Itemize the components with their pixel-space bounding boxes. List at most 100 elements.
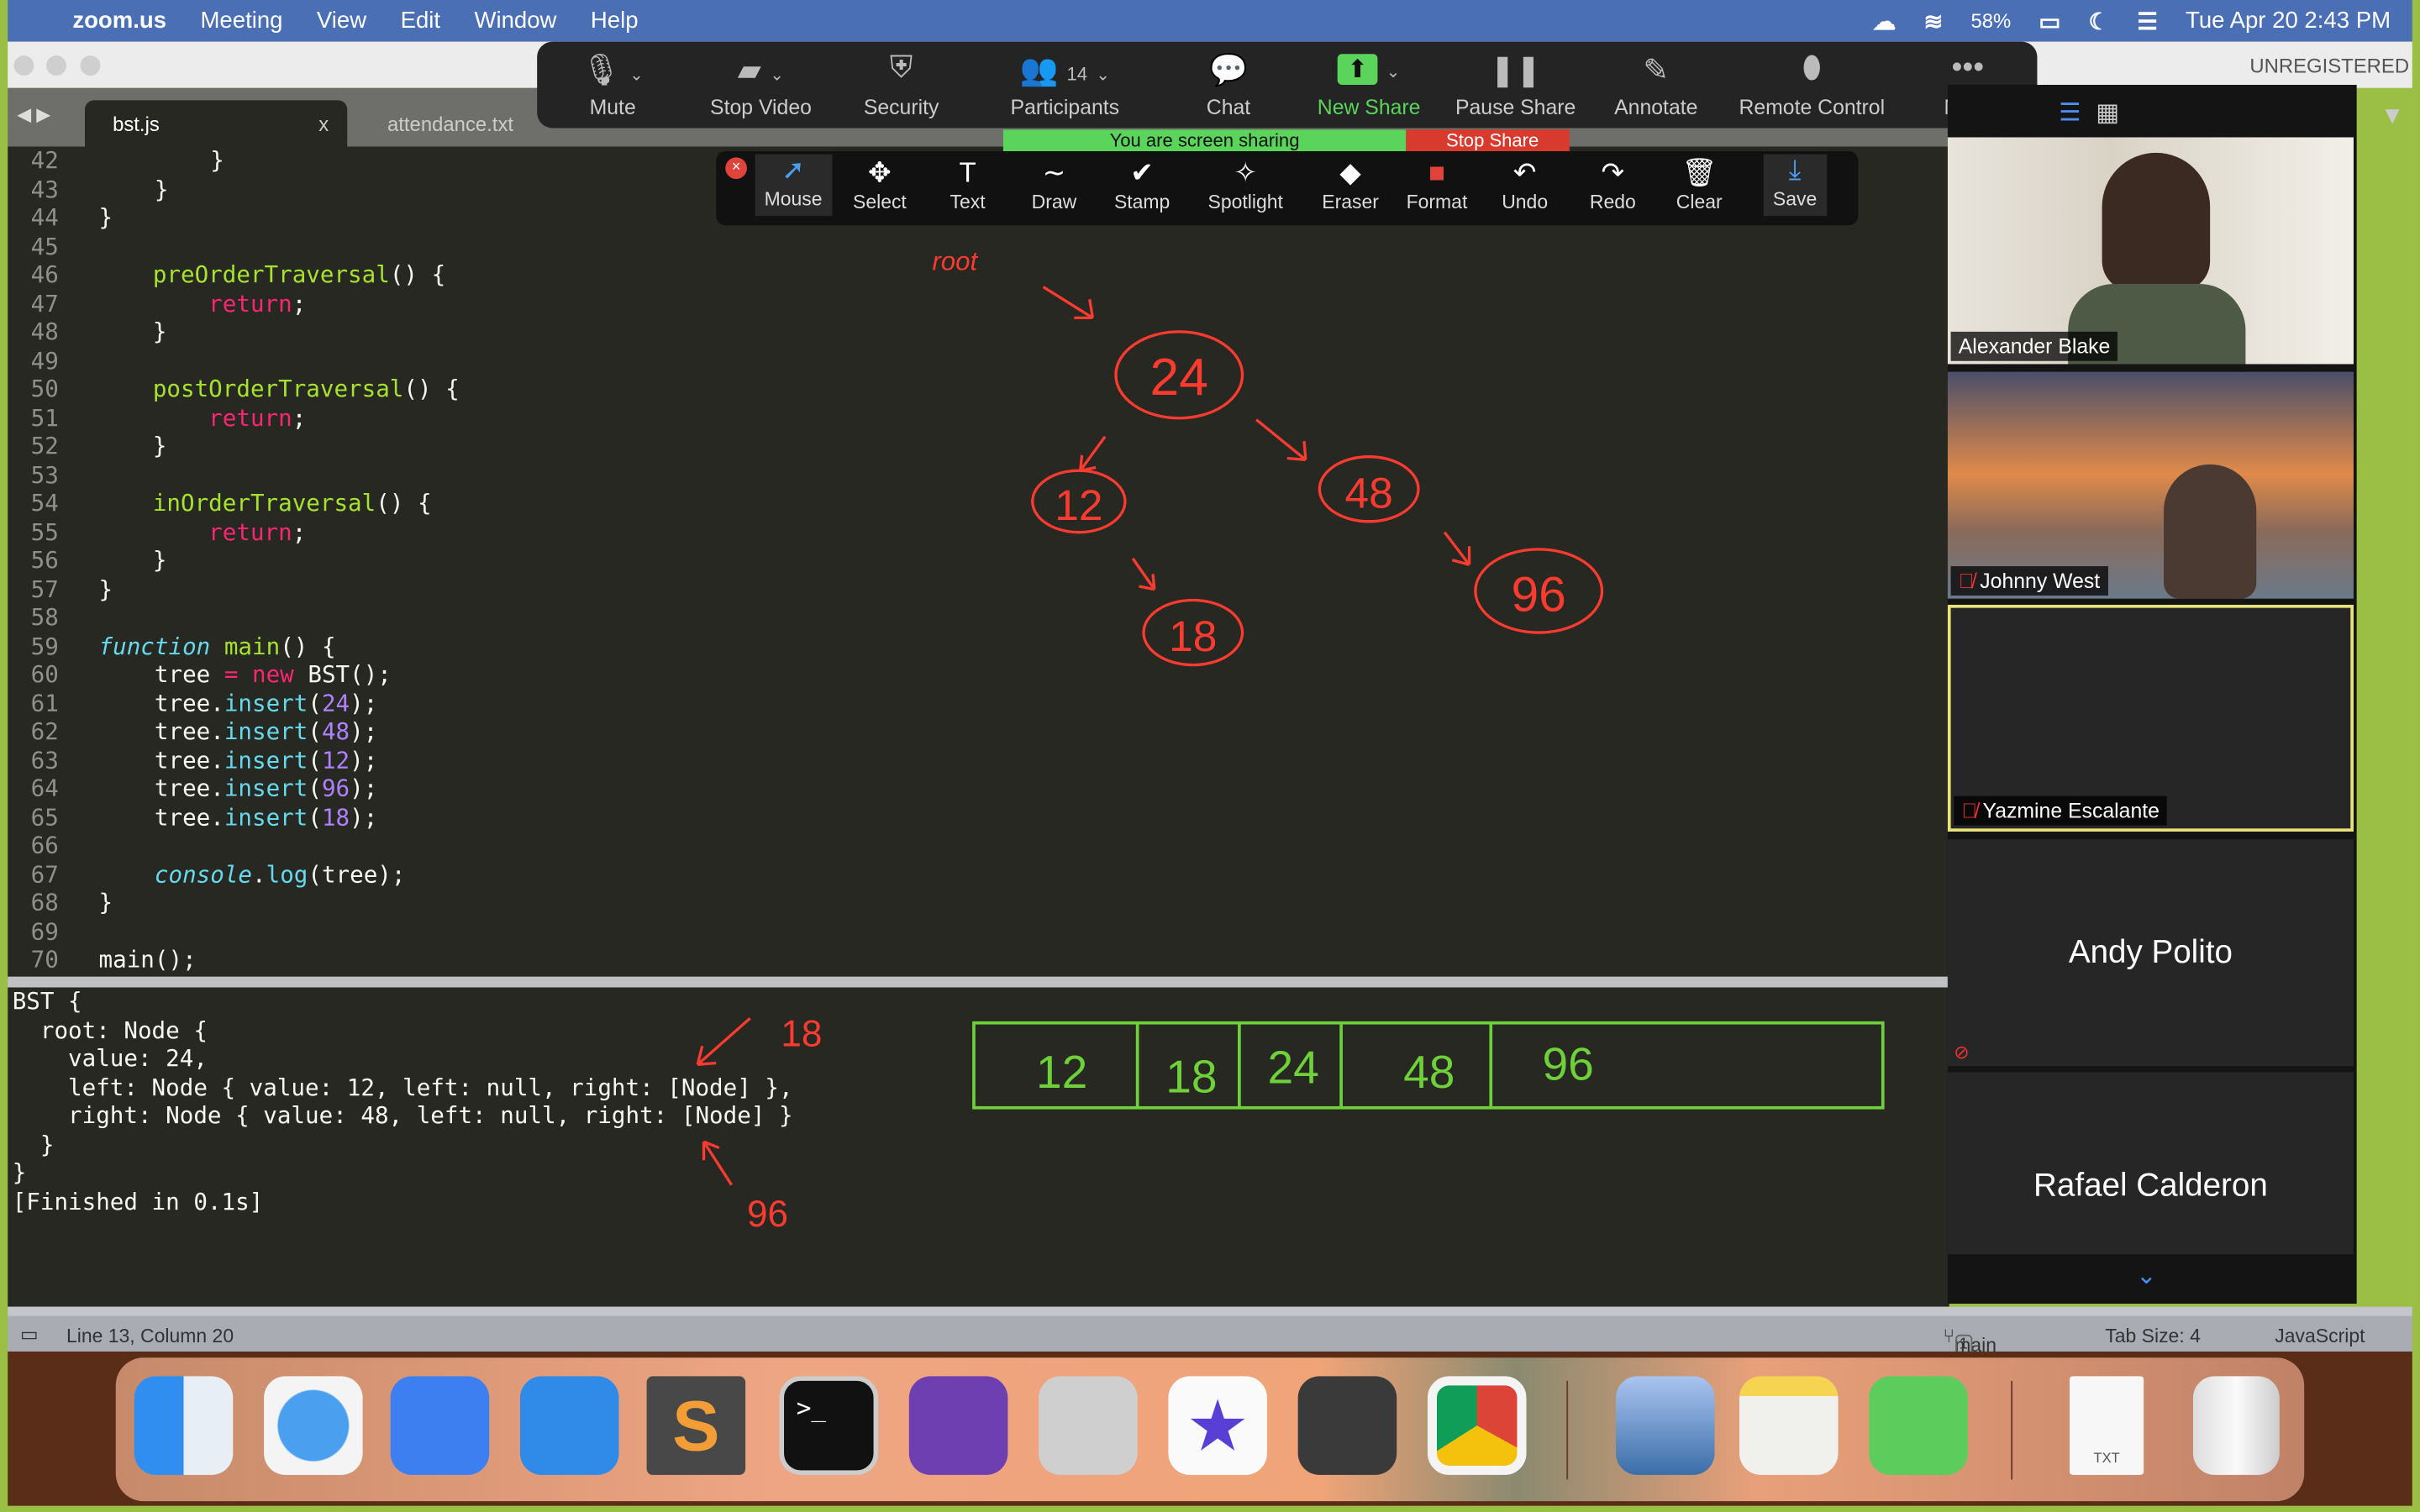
mic-icon: 🎙: [581, 54, 621, 88]
node-label-24: 24: [1150, 348, 1208, 407]
array-cell-18: 18: [1165, 1050, 1217, 1102]
spotlight-icon: ✧: [1234, 157, 1258, 189]
messages-icon[interactable]: [1869, 1376, 1968, 1475]
sharing-status: You are screen sharing: [1002, 129, 1407, 151]
redo-tool[interactable]: ↷ Redo: [1590, 157, 1636, 213]
stamp-icon: ✔: [1130, 157, 1155, 189]
cursor-position: Line 13, Column 20: [66, 1325, 234, 1347]
participants-button[interactable]: 👥 14 ⌄ Participants: [1011, 51, 1120, 118]
select-icon: ✥: [868, 157, 892, 189]
node-label-96: 96: [1512, 567, 1566, 622]
imovie-icon[interactable]: ★: [1168, 1376, 1267, 1475]
undo-tool[interactable]: ↶ Undo: [1502, 157, 1548, 213]
shield-icon: ⛨: [889, 50, 913, 86]
arrow-annotation: [1255, 418, 1307, 461]
pause-share-button[interactable]: ❚❚ Pause Share: [1455, 51, 1576, 118]
txt-file-icon[interactable]: TXT: [2070, 1376, 2144, 1475]
muted-icon: 🎙̸: [1958, 569, 1981, 593]
redo-icon: ↷: [1601, 157, 1625, 189]
sublime-text-icon[interactable]: S: [646, 1376, 746, 1475]
format-tool[interactable]: ■ Format: [1407, 157, 1468, 213]
pause-icon: ❚❚: [1489, 54, 1542, 88]
git-branch[interactable]: ⑂ main 1: [1943, 1326, 1996, 1357]
draw-icon: ∼: [1042, 157, 1066, 189]
chrome-icon[interactable]: [1427, 1376, 1527, 1475]
muted-icon: ⊘: [1954, 1041, 1970, 1063]
close-annotation-icon[interactable]: ×: [725, 157, 747, 180]
zoom-meeting-toolbar: 🎙 ⌄ Mute ▰ ⌄ Stop Video ⛨ Security 👥 14 …: [537, 41, 2038, 129]
preview-icon[interactable]: [1616, 1376, 1715, 1475]
github-desktop-icon[interactable]: [908, 1376, 1008, 1475]
spotlight-tool[interactable]: ✧ Spotlight: [1208, 157, 1283, 213]
stop-share-button[interactable]: Stop Share: [1406, 129, 1570, 151]
mute-button[interactable]: 🎙 ⌄ Mute: [581, 51, 644, 118]
stamp-tool[interactable]: ✔ Stamp: [1114, 157, 1170, 213]
participant-video: [2164, 464, 2257, 599]
video-tile[interactable]: Rafael Calderon: [1947, 1072, 2354, 1255]
terminal-icon[interactable]: >_: [779, 1376, 879, 1475]
trash-icon[interactable]: [2192, 1376, 2280, 1475]
clear-icon: 🗑: [1681, 157, 1718, 189]
stop-video-button[interactable]: ▰ ⌄ Stop Video: [710, 51, 812, 118]
speaker-view-icon[interactable]: ☰: [2059, 97, 2081, 129]
format-icon: ■: [1428, 157, 1445, 189]
annotate-button[interactable]: ✎ Annotate: [1614, 51, 1697, 118]
remote-control-button[interactable]: ⬮ Remote Control: [1739, 51, 1885, 119]
finder-icon[interactable]: [134, 1376, 234, 1475]
mouse-tool[interactable]: ➚ Mouse: [755, 154, 832, 217]
clear-tool[interactable]: 🗑 Clear: [1676, 157, 1723, 213]
chevron-down-icon[interactable]: ⌄: [1386, 63, 1401, 81]
chat-button[interactable]: 💬 Chat: [1207, 51, 1250, 118]
muted-icon: 🎙̸: [1961, 799, 1983, 822]
node-label-12: 12: [1055, 480, 1102, 529]
chevron-down-icon[interactable]: ⌄: [1096, 66, 1110, 85]
array-cell-24: 24: [1268, 1041, 1319, 1093]
annotation-root: root: [932, 246, 978, 276]
xcode-icon[interactable]: [519, 1376, 619, 1475]
eraser-icon: ◆: [1339, 157, 1361, 189]
annotation-toolbar: × ➚ Mouse ✥ Select T Text ∼ Draw ✔ Stamp ✧ Spotligh…: [716, 150, 1859, 226]
video-tile[interactable]: 🎙̸ Johnny West: [1947, 371, 2354, 599]
text-tool[interactable]: T Text: [950, 157, 986, 213]
video-icon: ▰: [737, 54, 762, 88]
chevron-down-icon[interactable]: ⌄: [2136, 1261, 2157, 1292]
note-96: 96: [747, 1194, 788, 1235]
select-tool[interactable]: ✥ Select: [853, 157, 907, 213]
participant-name: Alexander Blake: [1950, 331, 2118, 361]
chat-icon: 💬: [1209, 54, 1248, 88]
video-tile-active-speaker[interactable]: 🎙̸ Yazmine Escalante: [1947, 604, 2354, 832]
quicktime-icon[interactable]: [1297, 1376, 1397, 1475]
chevron-down-icon[interactable]: ⌄: [770, 66, 784, 85]
mouse-icon: ➚: [781, 154, 805, 186]
save-tool[interactable]: ⤓ Save: [1763, 154, 1827, 217]
security-button[interactable]: ⛨ Security: [864, 51, 939, 119]
panel-toggle-icon[interactable]: ▭: [20, 1322, 39, 1346]
arrow-annotation: [702, 1140, 733, 1186]
notes-icon[interactable]: [1739, 1376, 1839, 1475]
screen-sharing-banner: You are screen sharing Stop Share: [1002, 129, 1570, 151]
node-label-18: 18: [1169, 612, 1217, 660]
video-tile[interactable]: Andy Polito ⊘: [1947, 839, 2354, 1067]
share-icon: ⬆: [1337, 54, 1378, 86]
zoom-icon[interactable]: [390, 1376, 490, 1475]
safari-icon[interactable]: [264, 1376, 363, 1475]
tab-size[interactable]: Tab Size: 4: [2105, 1326, 2201, 1347]
gallery-view-icon[interactable]: ▦: [2096, 97, 2119, 129]
more-icon: •••: [1951, 50, 1985, 86]
participant-name: 🎙̸ Johnny West: [1950, 566, 2108, 596]
syntax-mode[interactable]: JavaScript: [2275, 1326, 2365, 1347]
arrow-annotation: [696, 1016, 751, 1066]
mouse-icon: ⬮: [1802, 50, 1822, 86]
eraser-tool[interactable]: ◆ Eraser: [1322, 157, 1379, 213]
draw-tool[interactable]: ∼ Draw: [1032, 157, 1077, 213]
video-tile[interactable]: Alexander Blake: [1947, 137, 2354, 365]
new-share-button[interactable]: ⬆ ⌄ New Share: [1318, 51, 1420, 118]
calculator-icon[interactable]: [1039, 1376, 1138, 1475]
array-cell-48: 48: [1403, 1046, 1455, 1098]
chevron-down-icon[interactable]: ⌄: [629, 66, 644, 85]
text-icon: T: [959, 157, 976, 189]
arrow-annotation: [1042, 286, 1095, 320]
participant-name: Andy Polito: [2068, 935, 2233, 971]
array-cell-12: 12: [1036, 1046, 1087, 1098]
arrow-annotation: [1443, 531, 1471, 566]
